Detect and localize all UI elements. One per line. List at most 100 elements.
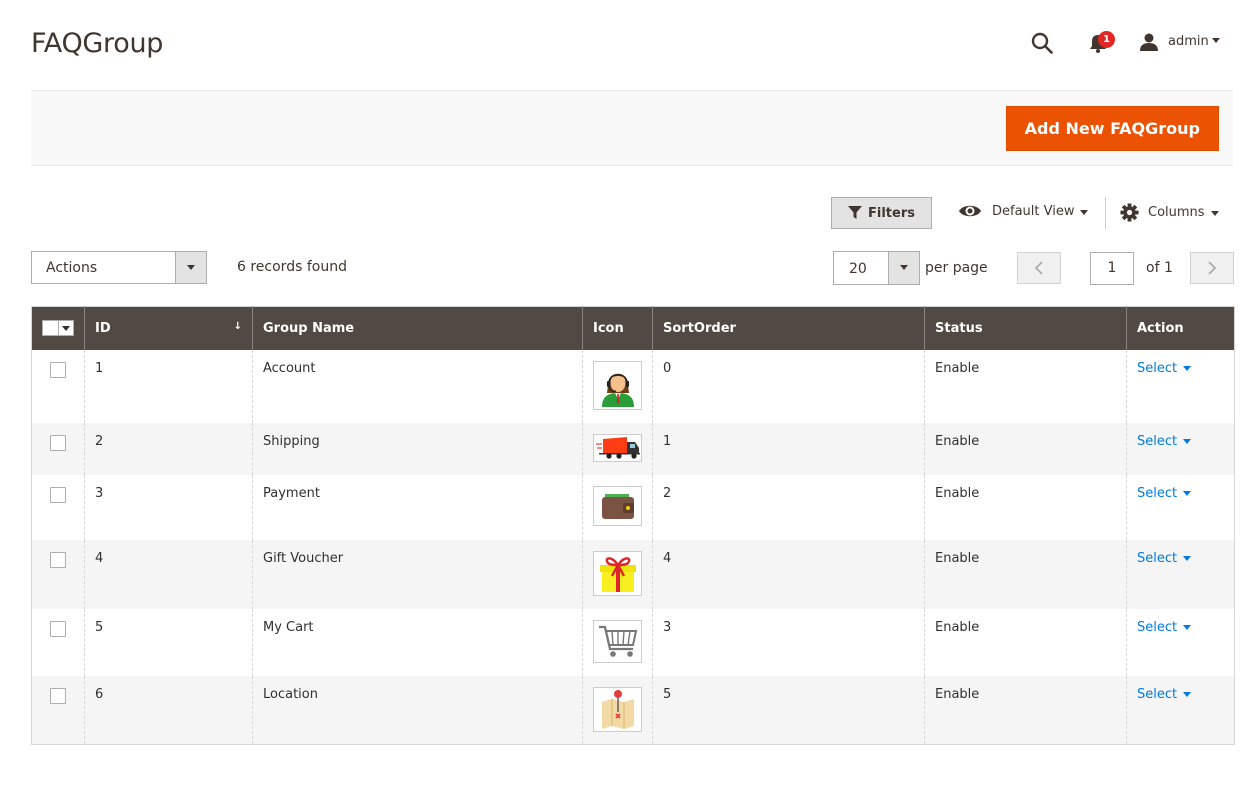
cell-id: 3 [84,474,253,540]
chevron-down-icon [1183,555,1192,561]
cell-action: Select [1126,675,1235,745]
add-new-faqgroup-button[interactable]: Add New FAQGroup [1005,106,1219,151]
faqgroup-grid: ID ↓ Group Name Icon SortOrder Status Act… [31,306,1235,745]
cell-id: 4 [84,539,253,609]
row-checkbox[interactable] [50,551,66,568]
cell-status: Enable [924,474,1127,540]
row-checkbox[interactable] [50,361,66,378]
toolbar-divider [1105,197,1106,229]
column-header-sort-order[interactable]: SortOrder [652,306,925,350]
customer-service-agent-icon [593,360,642,410]
row-checkbox[interactable] [50,434,66,451]
table-row: 4 Gift Voucher 4 Enable Select [31,539,1235,609]
cell-icon [582,539,653,609]
row-select-action[interactable]: Select [1137,434,1192,449]
per-page-label: per page [925,260,988,276]
row-select-action[interactable]: Select [1137,551,1192,566]
column-header-status[interactable]: Status [924,306,1127,350]
search-icon[interactable] [1031,32,1053,54]
row-checkbox-cell [31,422,85,475]
row-checkbox-cell [31,608,85,676]
filters-label: Filters [868,205,915,221]
select-all-checkbox[interactable] [43,321,59,336]
chevron-down-icon[interactable] [888,252,919,284]
chevron-down-icon[interactable] [175,252,206,283]
gear-icon [1120,203,1139,222]
user-menu-name[interactable]: admin [1168,34,1209,49]
row-checkbox[interactable] [50,687,66,704]
cell-action: Select [1126,422,1235,475]
cell-group-name: My Cart [252,608,583,676]
cell-sort-order: 3 [652,608,925,676]
cell-status: Enable [924,539,1127,609]
cell-sort-order: 1 [652,422,925,475]
chevron-down-icon [1183,490,1192,496]
cell-group-name: Shipping [252,422,583,475]
delivery-truck-icon [593,433,642,462]
row-select-action[interactable]: Select [1137,486,1192,501]
eye-icon [959,205,981,217]
per-page-select[interactable]: 20 [833,251,920,285]
funnel-icon [848,206,862,219]
table-row: 6 Location 5 Enable Select [31,675,1235,745]
per-page-value: 20 [849,261,867,277]
cell-id: 5 [84,608,253,676]
row-checkbox-cell [31,474,85,540]
wallet-icon [593,485,642,526]
cell-status: Enable [924,422,1127,475]
next-page-button[interactable] [1190,252,1234,284]
column-header-action: Action [1126,306,1235,350]
row-checkbox-cell [31,349,85,423]
row-checkbox-cell [31,539,85,609]
table-row: 5 My Cart 3 Enable Select [31,608,1235,676]
view-switcher[interactable]: Default View [958,203,1089,219]
cell-icon [582,349,653,423]
cell-status: Enable [924,608,1127,676]
page-actions-bar: Add New FAQGroup [31,90,1233,166]
filters-button[interactable]: Filters [831,197,932,229]
previous-page-button[interactable] [1017,252,1061,284]
column-header-id[interactable]: ID ↓ [84,306,253,350]
map-pin-icon [593,686,642,732]
shopping-cart-icon [593,619,642,663]
cell-status: Enable [924,675,1127,745]
user-icon[interactable] [1139,32,1159,52]
mass-select-header[interactable] [31,306,85,350]
row-select-action[interactable]: Select [1137,620,1192,635]
column-header-group-name[interactable]: Group Name [252,306,583,350]
gift-box-icon [593,550,642,596]
row-select-action[interactable]: Select [1137,687,1192,702]
cell-id: 6 [84,675,253,745]
total-pages-label: of 1 [1146,260,1173,276]
grid-header-row: ID ↓ Group Name Icon SortOrder Status Act… [31,306,1235,350]
mass-actions-select[interactable]: Actions [31,251,207,284]
chevron-down-icon[interactable] [58,321,73,336]
column-header-icon[interactable]: Icon [582,306,653,350]
chevron-down-icon [1183,365,1192,371]
row-checkbox-cell [31,675,85,745]
chevron-down-icon[interactable] [1212,38,1220,43]
records-found-count: 6 records found [237,259,347,275]
sort-arrow-icon: ↓ [233,321,242,332]
table-row: 1 Account 0 Enable Select [31,349,1235,423]
row-checkbox[interactable] [50,486,66,503]
cell-action: Select [1126,474,1235,540]
cell-icon [582,675,653,745]
columns-label: Columns [1148,205,1219,220]
cell-group-name: Location [252,675,583,745]
row-checkbox[interactable] [50,620,66,637]
chevron-down-icon [1183,691,1192,697]
current-page-input[interactable]: 1 [1090,252,1134,285]
mass-select-control[interactable] [42,320,74,337]
row-select-action[interactable]: Select [1137,361,1192,376]
table-row: 2 Shipping 1 Enable Select [31,422,1235,475]
cell-icon [582,422,653,475]
cell-group-name: Payment [252,474,583,540]
chevron-down-icon [1210,211,1219,216]
chevron-down-icon [1183,624,1192,630]
columns-control[interactable]: Columns [1120,203,1219,222]
cell-action: Select [1126,608,1235,676]
cell-sort-order: 5 [652,675,925,745]
page-title: FAQGroup [31,28,164,59]
mass-actions-label: Actions [46,260,98,276]
